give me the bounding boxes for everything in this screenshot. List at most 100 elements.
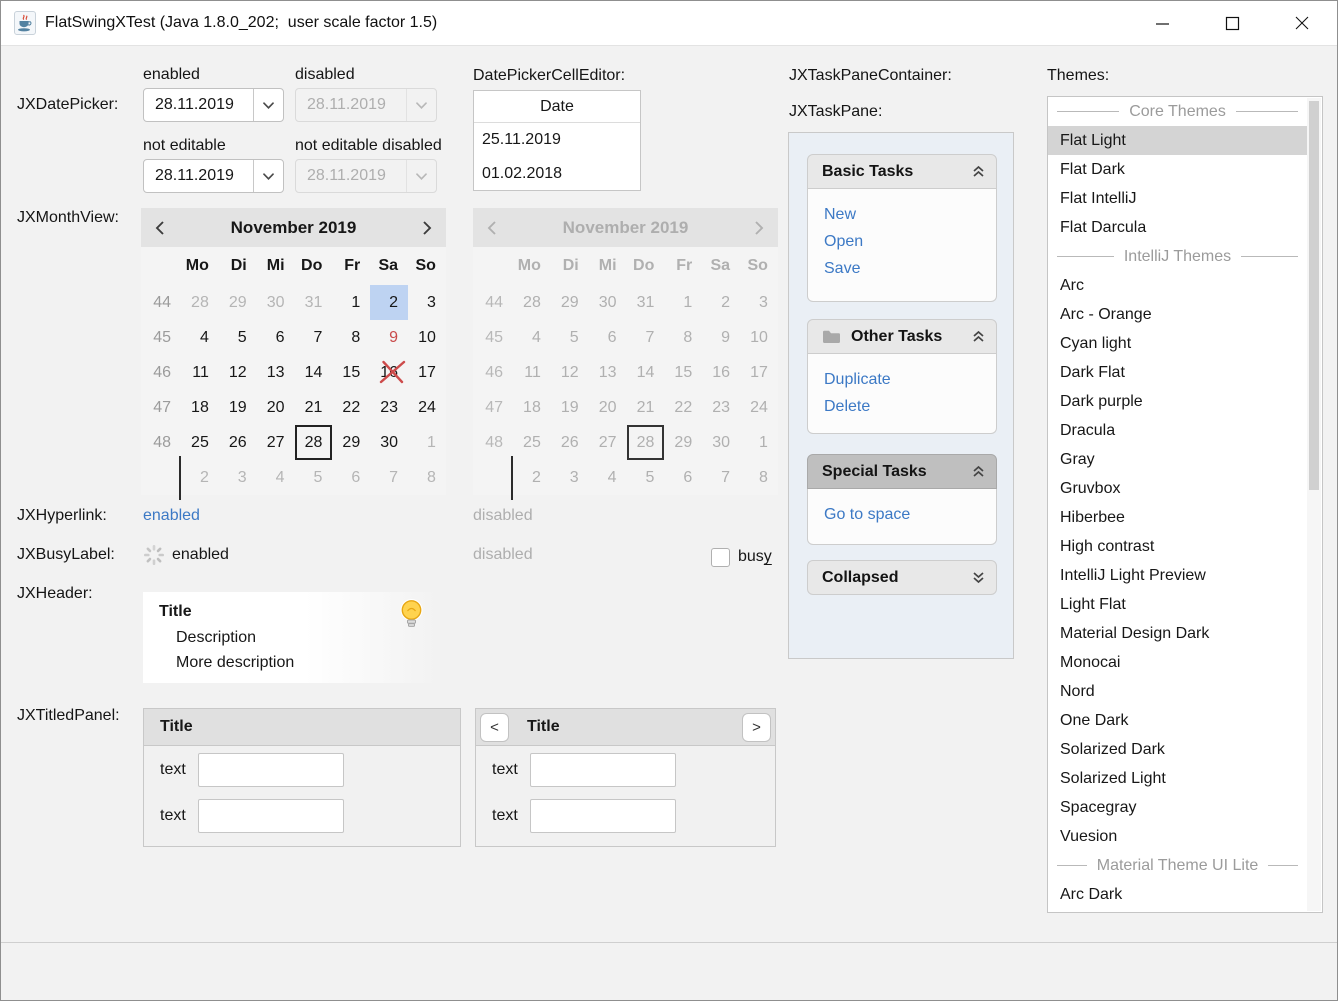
- day-cell[interactable]: 24: [408, 390, 446, 425]
- day-cell[interactable]: 16: [370, 355, 408, 390]
- close-window-button[interactable]: [1267, 1, 1337, 45]
- taskpane-header[interactable]: Special Tasks: [807, 454, 997, 489]
- day-cell[interactable]: 19: [219, 390, 257, 425]
- day-cell[interactable]: 28: [295, 425, 333, 460]
- day-cell[interactable]: 31: [295, 285, 333, 320]
- theme-item[interactable]: Dark purple: [1048, 387, 1307, 416]
- theme-item[interactable]: Solarized Light: [1048, 764, 1307, 793]
- day-cell[interactable]: 25: [181, 425, 219, 460]
- task-link[interactable]: Go to space: [824, 501, 996, 528]
- day-cell[interactable]: 2: [370, 285, 408, 320]
- taskpane-header[interactable]: Other Tasks: [807, 319, 997, 354]
- next-month-button[interactable]: [408, 220, 446, 236]
- theme-item[interactable]: Arc - Orange: [1048, 300, 1307, 329]
- scrollbar[interactable]: [1307, 98, 1321, 911]
- taskpane-header[interactable]: Collapsed: [807, 560, 997, 595]
- datepicker-not-editable[interactable]: 28.11.2019: [143, 159, 284, 193]
- prev-month-button[interactable]: [141, 220, 179, 236]
- theme-item[interactable]: Dracula: [1048, 416, 1307, 445]
- cell-editor-table[interactable]: Date 25.11.201901.02.2018: [473, 90, 641, 191]
- next-button[interactable]: >: [742, 713, 771, 742]
- day-cell[interactable]: 1: [408, 425, 446, 460]
- theme-item[interactable]: Solarized Dark: [1048, 735, 1307, 764]
- minimize-button[interactable]: [1127, 1, 1197, 45]
- theme-item[interactable]: Monocai: [1048, 648, 1307, 677]
- collapse-chevron-icon[interactable]: [972, 165, 985, 178]
- day-cell[interactable]: 29: [219, 285, 257, 320]
- day-cell[interactable]: 7: [295, 320, 333, 355]
- text-input[interactable]: [530, 753, 676, 787]
- day-cell[interactable]: 13: [257, 355, 295, 390]
- theme-item[interactable]: Flat Dark: [1048, 155, 1307, 184]
- task-link[interactable]: New: [824, 201, 996, 228]
- day-cell[interactable]: 14: [295, 355, 333, 390]
- day-cell[interactable]: 15: [332, 355, 370, 390]
- theme-item[interactable]: Gray: [1048, 445, 1307, 474]
- prev-button[interactable]: <: [480, 713, 509, 742]
- text-input[interactable]: [530, 799, 676, 833]
- expand-chevron-icon[interactable]: [972, 571, 985, 584]
- collapse-chevron-icon[interactable]: [972, 465, 985, 478]
- table-cell-date[interactable]: 01.02.2018: [474, 157, 640, 191]
- datepicker-enabled[interactable]: 28.11.2019: [143, 88, 284, 122]
- theme-item[interactable]: Arc Dark: [1048, 880, 1307, 909]
- day-cell[interactable]: 4: [181, 320, 219, 355]
- day-cell[interactable]: 21: [295, 390, 333, 425]
- theme-item[interactable]: Vuesion: [1048, 822, 1307, 851]
- table-cell-date[interactable]: 25.11.2019: [474, 123, 640, 157]
- themes-list[interactable]: Core ThemesFlat LightFlat DarkFlat Intel…: [1047, 96, 1323, 913]
- day-cell[interactable]: 8: [332, 320, 370, 355]
- day-cell[interactable]: 6: [332, 460, 370, 495]
- day-cell[interactable]: 17: [408, 355, 446, 390]
- day-cell[interactable]: 1: [332, 285, 370, 320]
- checkbox-busy-box[interactable]: [711, 548, 730, 567]
- day-cell[interactable]: 2: [181, 460, 219, 495]
- theme-item[interactable]: Hiberbee: [1048, 503, 1307, 532]
- theme-item[interactable]: IntelliJ Light Preview: [1048, 561, 1307, 590]
- theme-item[interactable]: Arc: [1048, 271, 1307, 300]
- task-link[interactable]: Open: [824, 228, 996, 255]
- scrollbar-thumb[interactable]: [1309, 101, 1319, 490]
- day-cell[interactable]: 8: [408, 460, 446, 495]
- day-cell[interactable]: 7: [370, 460, 408, 495]
- day-cell[interactable]: 6: [257, 320, 295, 355]
- text-input[interactable]: [198, 799, 344, 833]
- task-link[interactable]: Save: [824, 255, 996, 282]
- maximize-button[interactable]: [1197, 1, 1267, 45]
- day-cell[interactable]: 20: [257, 390, 295, 425]
- day-cell[interactable]: 10: [408, 320, 446, 355]
- day-cell[interactable]: 29: [332, 425, 370, 460]
- theme-item[interactable]: One Dark: [1048, 706, 1307, 735]
- day-cell[interactable]: 30: [370, 425, 408, 460]
- day-cell[interactable]: 23: [370, 390, 408, 425]
- taskpane-header[interactable]: Basic Tasks: [807, 154, 997, 189]
- theme-item[interactable]: Cyan light: [1048, 329, 1307, 358]
- theme-item[interactable]: Flat IntelliJ: [1048, 184, 1307, 213]
- day-cell[interactable]: 4: [257, 460, 295, 495]
- text-input[interactable]: [198, 753, 344, 787]
- day-cell[interactable]: 11: [181, 355, 219, 390]
- day-cell[interactable]: 26: [219, 425, 257, 460]
- theme-item[interactable]: Spacegray: [1048, 793, 1307, 822]
- day-cell[interactable]: 27: [257, 425, 295, 460]
- day-cell[interactable]: 3: [408, 285, 446, 320]
- task-link[interactable]: Duplicate: [824, 366, 996, 393]
- task-link[interactable]: Delete: [824, 393, 996, 420]
- theme-item[interactable]: Light Flat: [1048, 590, 1307, 619]
- theme-item[interactable]: Dark Flat: [1048, 358, 1307, 387]
- day-cell[interactable]: 3: [219, 460, 257, 495]
- theme-item[interactable]: Gruvbox: [1048, 474, 1307, 503]
- theme-item[interactable]: Flat Light: [1048, 126, 1307, 155]
- day-cell[interactable]: 22: [332, 390, 370, 425]
- day-cell[interactable]: 12: [219, 355, 257, 390]
- day-cell[interactable]: 28: [181, 285, 219, 320]
- day-cell[interactable]: 30: [257, 285, 295, 320]
- checkbox-busy[interactable]: busy: [711, 547, 772, 567]
- hyperlink-enabled[interactable]: enabled: [143, 507, 200, 525]
- theme-item[interactable]: Flat Darcula: [1048, 213, 1307, 242]
- chevron-down-icon[interactable]: [253, 160, 283, 192]
- day-cell[interactable]: 9: [370, 320, 408, 355]
- theme-item[interactable]: High contrast: [1048, 532, 1307, 561]
- collapse-chevron-icon[interactable]: [972, 330, 985, 343]
- chevron-down-icon[interactable]: [253, 89, 283, 121]
